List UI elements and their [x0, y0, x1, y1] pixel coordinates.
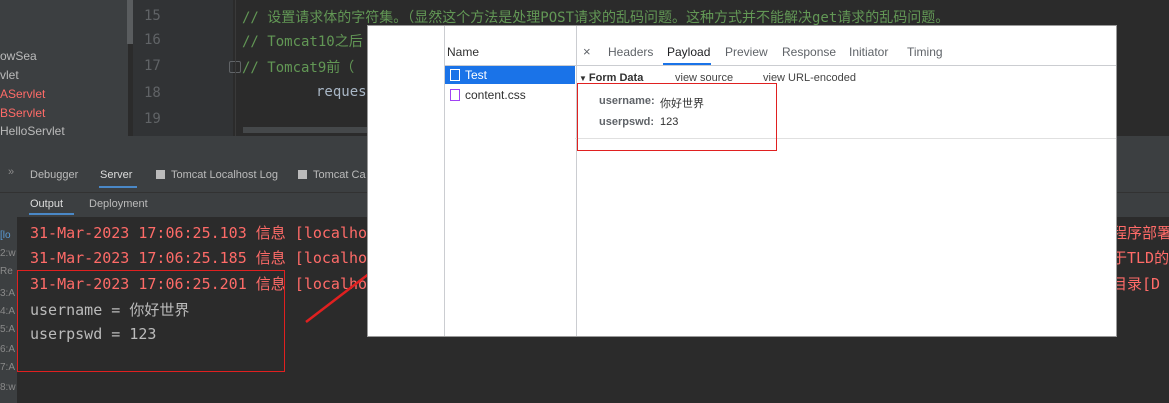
highlight-box-form-data [577, 83, 777, 151]
document-icon [450, 69, 460, 81]
devtools-left-margin [368, 26, 444, 336]
close-icon[interactable]: × [583, 44, 591, 59]
tab-timing[interactable]: Timing [907, 45, 943, 59]
request-row-test[interactable]: Test [445, 66, 575, 84]
devtools-network-panel: Name Test content.css × Headers Payload … [367, 25, 1117, 337]
tab-payload[interactable]: Payload [667, 45, 710, 59]
tab-initiator[interactable]: Initiator [849, 45, 888, 59]
active-tab-underline [663, 63, 711, 65]
tab-response[interactable]: Response [782, 45, 836, 59]
triangle-down-icon: ▼ [579, 74, 587, 83]
css-file-icon [450, 89, 460, 101]
request-name: content.css [465, 88, 526, 102]
request-name: Test [465, 68, 488, 82]
tab-headers[interactable]: Headers [608, 45, 653, 59]
tab-preview[interactable]: Preview [725, 45, 768, 59]
name-column-header[interactable]: Name [447, 45, 479, 59]
request-row-content-css[interactable]: content.css [445, 86, 575, 104]
